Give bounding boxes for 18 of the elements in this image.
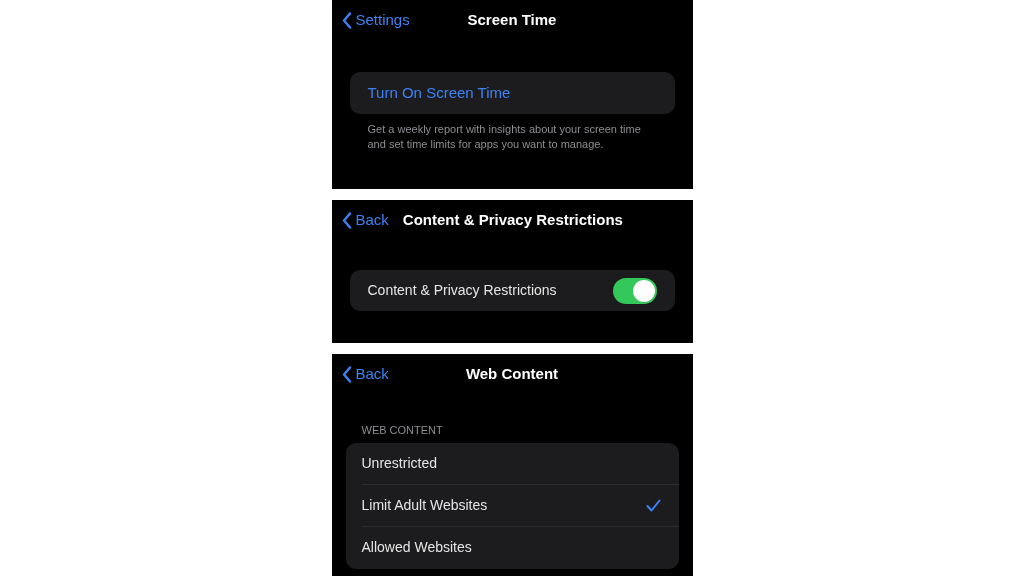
- back-button[interactable]: Back: [341, 362, 389, 386]
- turn-on-button[interactable]: Turn On Screen Time: [349, 72, 675, 114]
- chevron-left-icon: [341, 365, 352, 383]
- toggle-switch[interactable]: [612, 277, 657, 304]
- chevron-left-icon: [341, 11, 352, 29]
- screen-title: Web Content: [465, 363, 559, 384]
- option-row[interactable]: Allowed Websites: [361, 526, 679, 569]
- option-row[interactable]: Limit Adult Websites: [361, 484, 679, 527]
- screen-title: Screen Time: [467, 9, 557, 30]
- back-button[interactable]: Back: [341, 208, 389, 232]
- back-button[interactable]: Settings: [341, 8, 410, 32]
- screen-title: Content & Privacy Restrictions: [402, 209, 623, 230]
- chevron-left-icon: [341, 211, 352, 229]
- section-header: WEB CONTENT: [360, 423, 444, 438]
- description-text: Get a weekly report with insights about your screen time and set time limits for apps you want to manage.: [366, 122, 642, 152]
- option-row[interactable]: Unrestricted: [361, 442, 679, 485]
- checkmark-icon: [645, 498, 661, 512]
- setting-label: Content & Privacy Restrictions: [367, 281, 557, 300]
